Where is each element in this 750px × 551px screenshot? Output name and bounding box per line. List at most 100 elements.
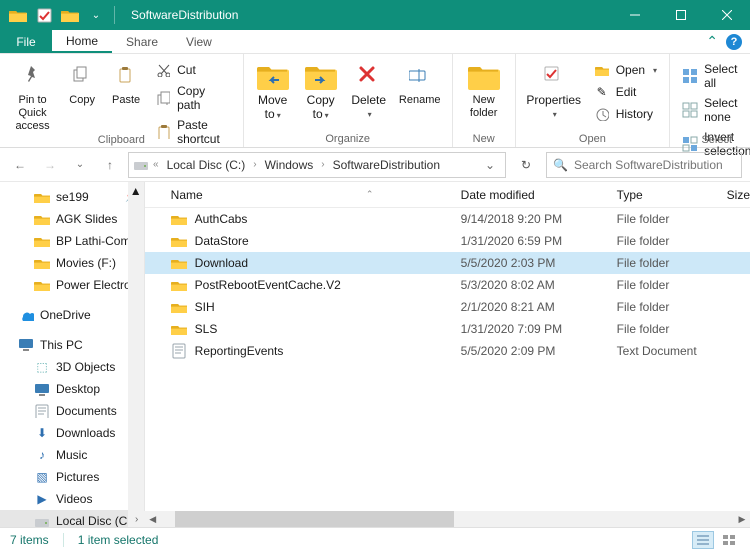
- nav-quick-item[interactable]: se199📌: [0, 186, 144, 208]
- column-size[interactable]: Size: [717, 188, 750, 202]
- select-none-button[interactable]: Select none: [676, 94, 750, 126]
- file-date: 9/14/2018 9:20 PM: [451, 212, 607, 226]
- nav-pc-item[interactable]: Desktop: [0, 378, 144, 400]
- table-row[interactable]: PostRebootEventCache.V25/3/2020 8:02 AMF…: [145, 274, 750, 296]
- folder-icon: [171, 233, 187, 249]
- nav-quick-item[interactable]: Power Electronics: [0, 274, 144, 296]
- back-button[interactable]: ←: [8, 153, 32, 177]
- minimize-button[interactable]: [612, 0, 658, 30]
- file-name: PostRebootEventCache.V2: [195, 278, 341, 292]
- file-date: 1/31/2020 7:09 PM: [451, 322, 607, 336]
- table-row[interactable]: SLS1/31/2020 7:09 PMFile folder: [145, 318, 750, 340]
- file-date: 5/3/2020 8:02 AM: [451, 278, 607, 292]
- nav-pc-item[interactable]: ⬚3D Objects: [0, 356, 144, 378]
- paste-shortcut-button[interactable]: Paste shortcut: [149, 116, 237, 148]
- breadcrumb[interactable]: SoftwareDistribution: [329, 158, 444, 172]
- nav-this-pc[interactable]: This PC: [0, 334, 144, 356]
- nav-pc-item[interactable]: ▶Videos: [0, 488, 144, 510]
- table-row[interactable]: ReportingEvents5/5/2020 2:09 PMText Docu…: [145, 340, 750, 362]
- qat-properties-icon[interactable]: [32, 4, 56, 26]
- copy-path-button[interactable]: Copy path: [149, 82, 237, 114]
- nav-pc-item[interactable]: ⬇Downloads: [0, 422, 144, 444]
- qat-open-folder-icon[interactable]: [58, 4, 82, 26]
- ribbon-tabs: File Home Share View ⌃ ?: [0, 30, 750, 54]
- recent-locations-button[interactable]: ⌄: [68, 153, 92, 177]
- ribbon-group-clipboard: Pin to Quick access Copy Paste Cut Copy …: [0, 54, 244, 147]
- navpane-expand-button[interactable]: ›: [129, 511, 145, 527]
- column-type[interactable]: Type: [607, 188, 717, 202]
- table-row[interactable]: Download5/5/2020 2:03 PMFile folder: [145, 252, 750, 274]
- paste-button[interactable]: Paste: [105, 56, 147, 107]
- folder-icon: [171, 321, 187, 337]
- qat-folder-icon[interactable]: [6, 4, 30, 26]
- address-dropdown[interactable]: ⌄: [479, 158, 501, 172]
- forward-button[interactable]: →: [38, 153, 62, 177]
- breadcrumb[interactable]: Windows: [261, 158, 318, 172]
- help-icon[interactable]: ?: [726, 34, 742, 50]
- refresh-button[interactable]: ↻: [512, 152, 540, 178]
- file-type: File folder: [607, 212, 717, 226]
- search-input[interactable]: [574, 158, 735, 172]
- folder-icon: [171, 255, 187, 271]
- select-all-button[interactable]: Select all: [676, 60, 750, 92]
- view-large-icons-button[interactable]: [718, 531, 740, 549]
- chevron-icon[interactable]: «: [151, 159, 161, 170]
- edit-button[interactable]: ✎Edit: [588, 82, 663, 102]
- status-bar: 7 items 1 item selected: [0, 527, 750, 551]
- close-button[interactable]: [704, 0, 750, 30]
- cut-button[interactable]: Cut: [149, 60, 237, 80]
- file-name: AuthCabs: [195, 212, 248, 226]
- file-date: 5/5/2020 2:09 PM: [451, 344, 607, 358]
- chevron-right-icon[interactable]: ›: [251, 159, 258, 170]
- move-to-button[interactable]: Move to▾: [250, 56, 296, 122]
- pin-to-quick-access-button[interactable]: Pin to Quick access: [6, 56, 59, 133]
- nav-pc-item[interactable]: ▧Pictures: [0, 466, 144, 488]
- copy-button[interactable]: Copy: [61, 56, 103, 107]
- nav-quick-item[interactable]: AGK Slides: [0, 208, 144, 230]
- chevron-right-icon[interactable]: ›: [319, 159, 326, 170]
- nav-pc-item[interactable]: Local Disc (C:): [0, 510, 144, 527]
- history-button[interactable]: History: [588, 104, 663, 124]
- nav-pc-item[interactable]: ♪Music: [0, 444, 144, 466]
- file-date: 1/31/2020 6:59 PM: [451, 234, 607, 248]
- table-row[interactable]: DataStore1/31/2020 6:59 PMFile folder: [145, 230, 750, 252]
- table-row[interactable]: SIH2/1/2020 8:21 AMFile folder: [145, 296, 750, 318]
- qat-dropdown[interactable]: ⌄: [84, 4, 108, 26]
- nav-quick-item[interactable]: BP Lathi-Communi: [0, 230, 144, 252]
- search-icon: 🔍: [553, 158, 568, 172]
- nav-pc-item[interactable]: Documents: [0, 400, 144, 422]
- rename-button[interactable]: Rename: [394, 56, 446, 107]
- open-button[interactable]: Open▾: [588, 60, 663, 80]
- up-button[interactable]: ↑: [98, 153, 122, 177]
- column-headers[interactable]: Name⌃ Date modified Type Size: [145, 182, 750, 208]
- tab-share[interactable]: Share: [112, 30, 172, 53]
- nav-quick-item[interactable]: Movies (F:): [0, 252, 144, 274]
- file-date: 5/5/2020 2:03 PM: [451, 256, 607, 270]
- address-bar[interactable]: « Local Disc (C:) › Windows › SoftwareDi…: [128, 152, 506, 178]
- file-tab[interactable]: File: [0, 30, 52, 53]
- copy-to-button[interactable]: Copy to▾: [298, 56, 344, 122]
- file-rows[interactable]: AuthCabs 9/14/2018 9:20 PMFile folder Data…: [145, 208, 750, 511]
- file-list-pane: Name⌃ Date modified Type Size AuthCabs 9/…: [145, 182, 750, 527]
- view-details-button[interactable]: [692, 531, 714, 549]
- file-name: ReportingEvents: [195, 344, 284, 358]
- file-name: Download: [195, 256, 248, 270]
- search-box[interactable]: 🔍: [546, 152, 742, 178]
- column-date[interactable]: Date modified: [451, 188, 607, 202]
- ribbon-collapse-icon[interactable]: ⌃: [706, 33, 718, 50]
- delete-button[interactable]: Delete▾: [346, 56, 392, 121]
- maximize-button[interactable]: [658, 0, 704, 30]
- file-date: 2/1/2020 8:21 AM: [451, 300, 607, 314]
- breadcrumb[interactable]: Local Disc (C:): [163, 158, 250, 172]
- column-name[interactable]: Name⌃: [161, 188, 451, 202]
- table-row[interactable]: AuthCabs 9/14/2018 9:20 PMFile folder: [145, 208, 750, 230]
- new-folder-button[interactable]: New folder: [459, 56, 509, 120]
- properties-button[interactable]: Properties▾: [522, 56, 586, 121]
- navpane-scrollbar[interactable]: ▲▼: [128, 182, 144, 527]
- tab-home[interactable]: Home: [52, 30, 112, 53]
- horizontal-scrollbar[interactable]: ◀▶: [145, 511, 750, 527]
- tab-view[interactable]: View: [172, 30, 226, 53]
- nav-onedrive[interactable]: OneDrive: [0, 304, 144, 326]
- navigation-pane[interactable]: se199📌AGK SlidesBP Lathi-CommuniMovies (…: [0, 182, 145, 527]
- folder-icon: [171, 277, 187, 293]
